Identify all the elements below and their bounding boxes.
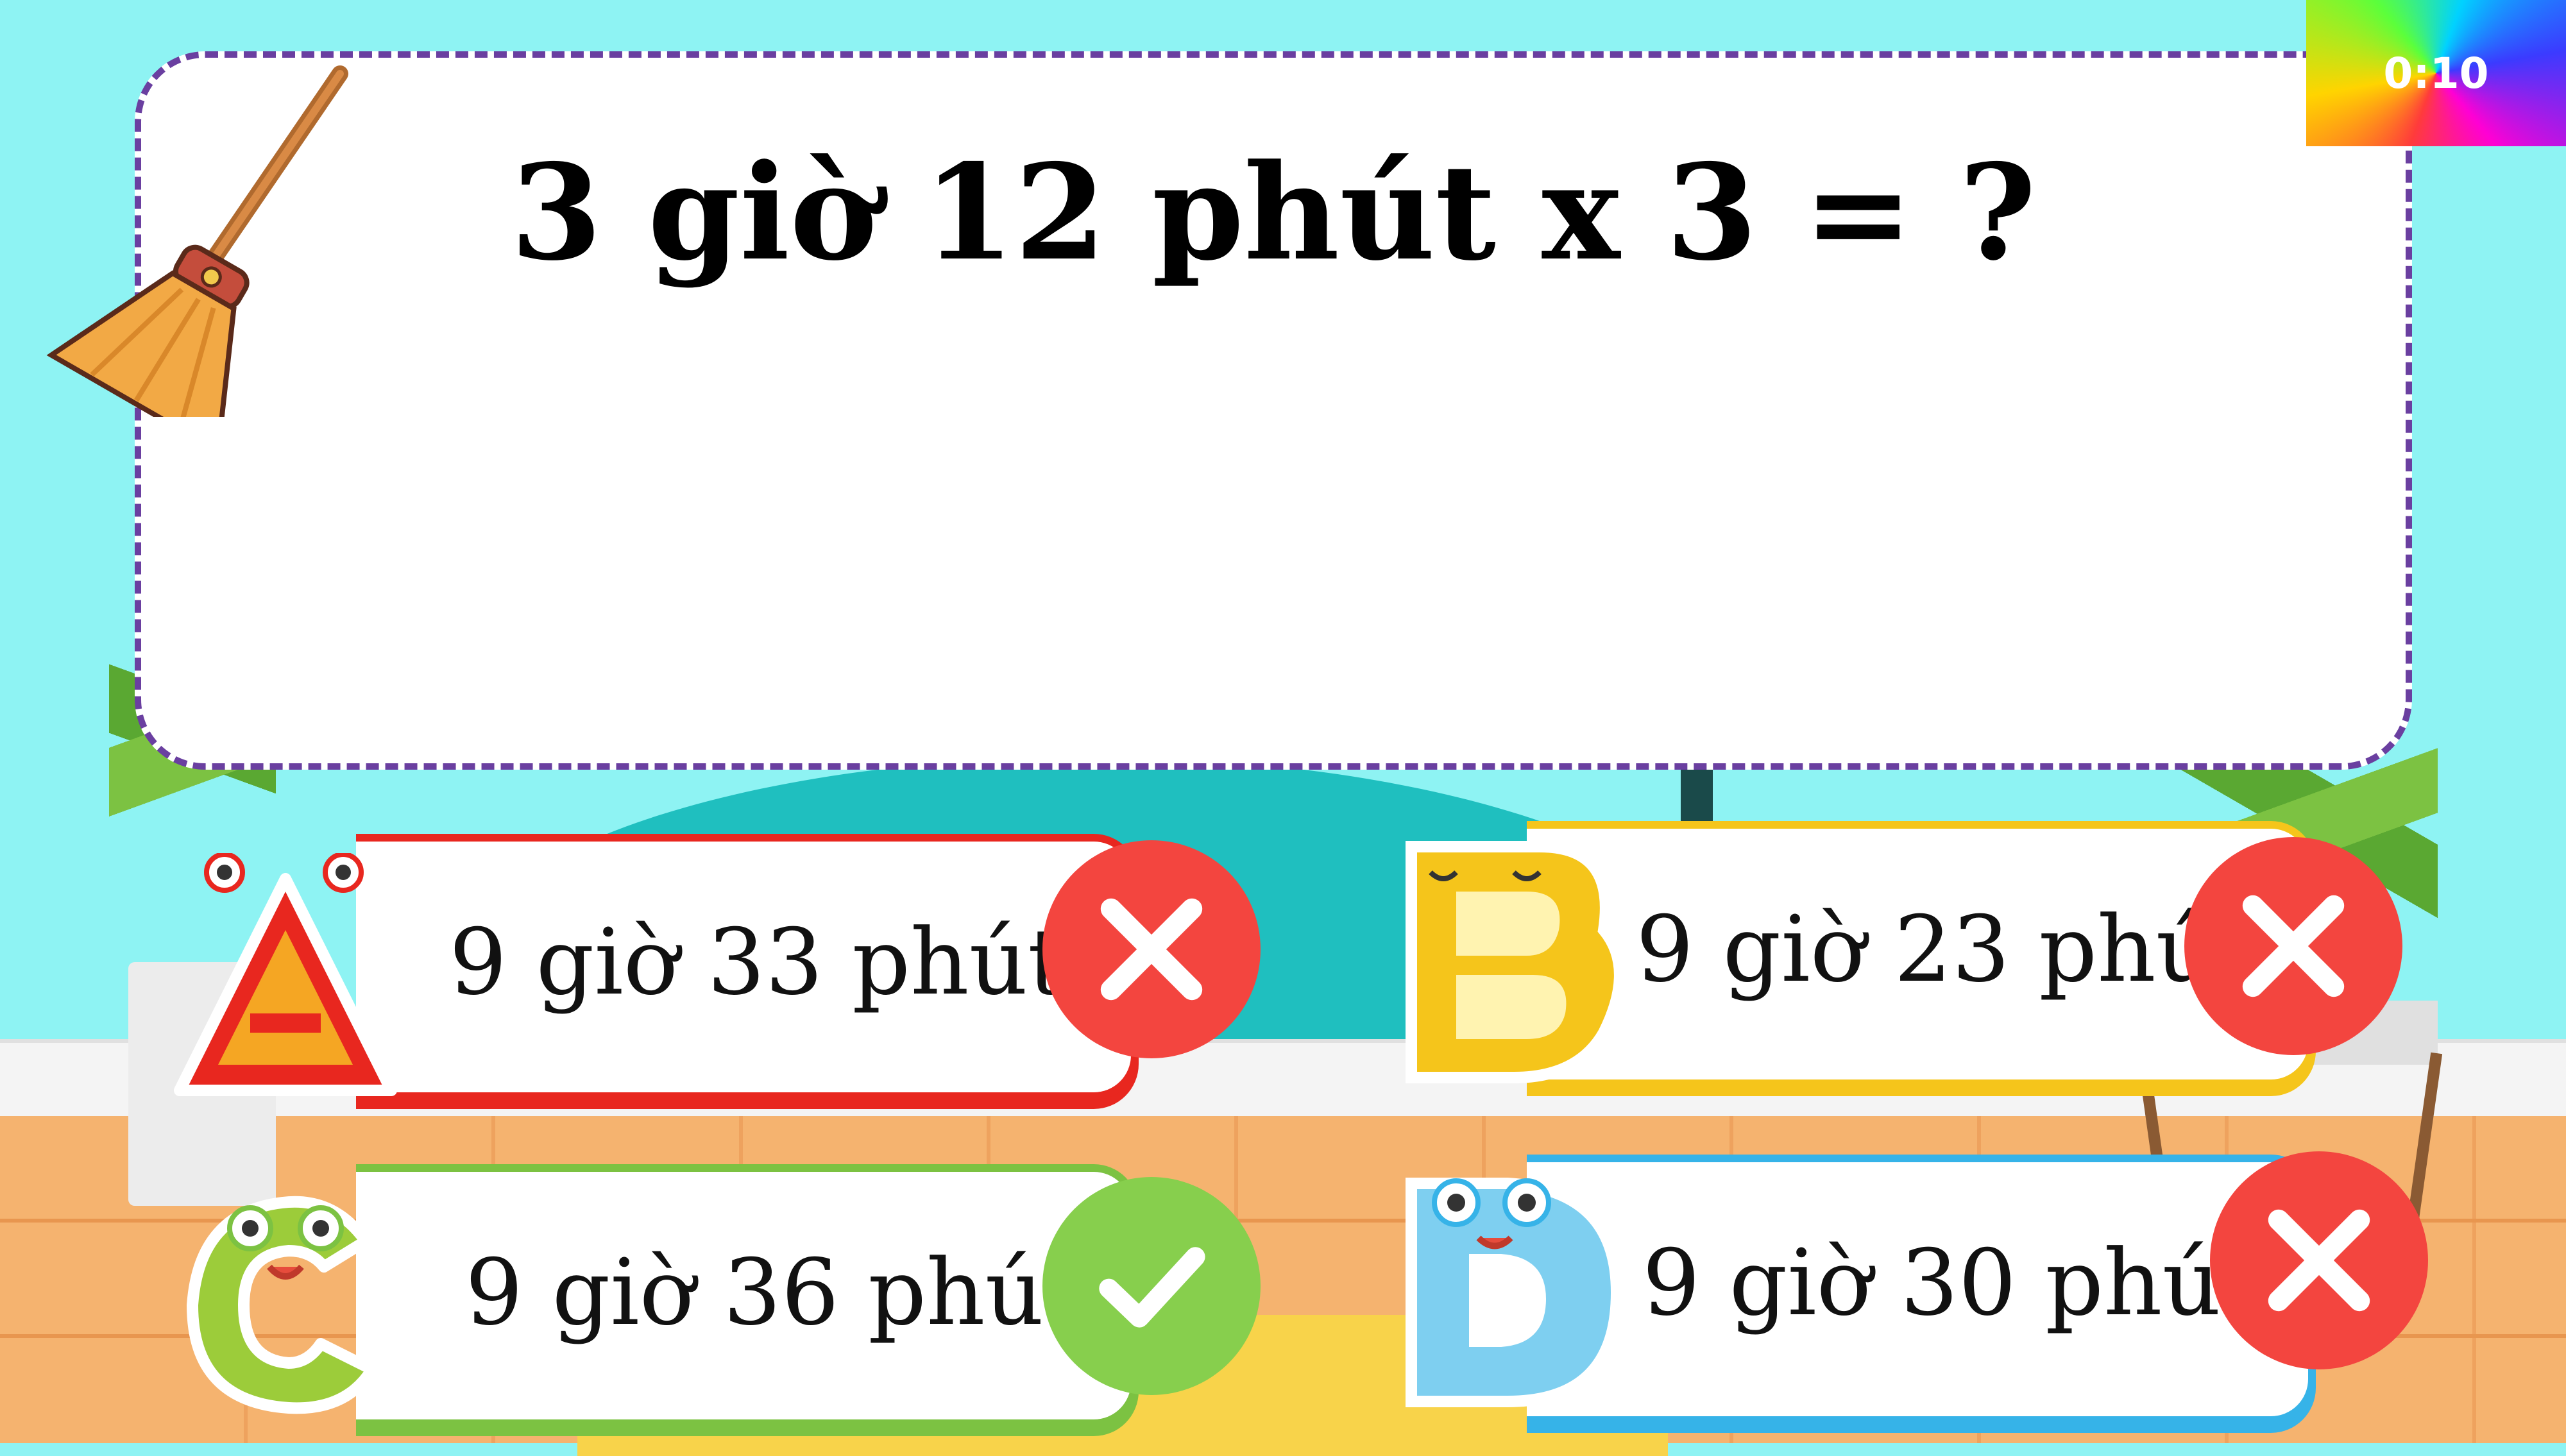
answer-c-card[interactable]: 9 giờ 36 phút [356, 1164, 1139, 1427]
letter-b-icon [1406, 841, 1626, 1083]
answer-d-wrong-mark [2210, 1151, 2428, 1369]
letter-c-badge [154, 1164, 423, 1434]
x-icon [2268, 1209, 2370, 1312]
letter-c-icon [187, 1196, 378, 1414]
letter-d-icon [1406, 1178, 1623, 1407]
countdown-timer: 0:10 [2306, 0, 2566, 146]
letter-b-badge [1386, 827, 1642, 1090]
x-icon [2242, 895, 2345, 997]
answer-d-text: 9 giờ 30 phút [1642, 1230, 2258, 1336]
broom-icon[interactable] [38, 58, 372, 417]
answer-c-correct-mark [1042, 1177, 1261, 1395]
letter-a-badge [160, 853, 411, 1103]
check-icon [1099, 1247, 1205, 1328]
answer-a-card[interactable]: 9 giờ 33 phút [356, 834, 1139, 1100]
question-text: 3 giờ 12 phút x 3 = ? [510, 136, 2037, 290]
timer-label: 0:10 [2383, 48, 2489, 98]
answer-c-text: 9 giờ 36 phút [465, 1240, 1081, 1346]
answer-b-wrong-mark [2184, 837, 2402, 1055]
lamp-pole [1681, 770, 1713, 821]
answer-d-card[interactable]: 9 giờ 30 phút [1527, 1155, 2316, 1424]
answer-b-text: 9 giờ 23 phút [1636, 897, 2252, 1003]
letter-a-icon [174, 853, 397, 1096]
answer-a-text: 9 giờ 33 phút [449, 910, 1065, 1015]
x-icon [1100, 898, 1203, 1001]
letter-d-badge [1373, 1151, 1642, 1421]
answer-a-wrong-mark [1042, 840, 1261, 1058]
